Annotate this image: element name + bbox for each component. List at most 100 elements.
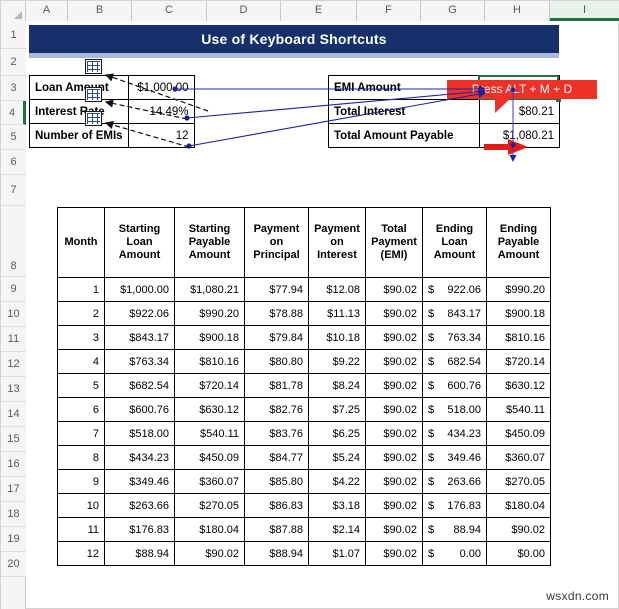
ending-payable-amount-cell[interactable]: $900.18 [486,301,551,326]
table-row[interactable]: 1 $1,000.00 $1,080.21 $77.94 $12.08 $90.02 $92… [57,277,551,302]
month-cell[interactable]: 8 [57,445,105,470]
payment-on-interest-cell[interactable]: $8.24 [308,373,366,398]
table-row[interactable]: 3 $843.17 $900.18 $79.84 $10.18 $90.02 $763.34… [57,325,551,350]
total-payment-emi-cell[interactable]: $90.02 [365,397,423,422]
month-cell[interactable]: 11 [57,517,105,542]
table-row[interactable]: 5 $682.54 $720.14 $81.78 $8.24 $90.02 $600.76 $… [57,373,551,398]
column-header-e[interactable]: E [281,1,357,21]
table-row[interactable]: 9 $349.46 $360.07 $85.80 $4.22 $90.02 $263.66 $… [57,469,551,494]
excel-worksheet[interactable]: A B C D E F G H I 1 2 3 4 5 6 7 8 9 10 1… [0,0,619,609]
row-header-13[interactable]: 13 [1,377,26,402]
payment-on-interest-cell[interactable]: $4.22 [308,469,366,494]
ending-loan-amount-cell[interactable]: $263.66 [422,469,487,494]
payment-on-principal-cell[interactable]: $79.84 [244,325,309,350]
ending-payable-amount-cell[interactable]: $810.16 [486,325,551,350]
ending-loan-amount-cell[interactable]: $682.54 [422,349,487,374]
payment-on-principal-cell[interactable]: $80.80 [244,349,309,374]
payment-on-principal-cell[interactable]: $82.76 [244,397,309,422]
starting-loan-amount-cell[interactable]: $843.17 [104,325,175,350]
payment-on-principal-cell[interactable]: $86.83 [244,493,309,518]
ending-loan-amount-cell[interactable]: $922.06 [422,277,487,302]
ending-loan-amount-cell[interactable]: $600.76 [422,373,487,398]
row-header-18[interactable]: 18 [1,502,26,527]
payment-on-interest-cell[interactable]: $3.18 [308,493,366,518]
column-header-b[interactable]: B [68,1,132,21]
table-row[interactable]: Interest Rate 14.49% [29,99,195,124]
row-header-19[interactable]: 19 [1,527,26,552]
starting-loan-amount-cell[interactable]: $600.76 [104,397,175,422]
column-header-d[interactable]: D [207,1,281,21]
starting-payable-amount-cell[interactable]: $540.11 [174,421,245,446]
month-cell[interactable]: 3 [57,325,105,350]
row-header-5[interactable]: 5 [1,125,26,150]
month-cell[interactable]: 4 [57,349,105,374]
row-header-16[interactable]: 16 [1,452,26,477]
total-payment-emi-cell[interactable]: $90.02 [365,349,423,374]
ending-payable-amount-cell[interactable]: $180.04 [486,493,551,518]
row-header-2[interactable]: 2 [1,49,26,76]
row-header-6[interactable]: 6 [1,150,26,175]
ending-loan-amount-cell[interactable]: $843.17 [422,301,487,326]
table-row[interactable]: 8 $434.23 $450.09 $84.77 $5.24 $90.02 $349.46 $… [57,445,551,470]
starting-payable-amount-cell[interactable]: $720.14 [174,373,245,398]
payment-on-principal-cell[interactable]: $84.77 [244,445,309,470]
table-row[interactable]: 10 $263.66 $270.05 $86.83 $3.18 $90.02 $176.83… [57,493,551,518]
month-cell[interactable]: 10 [57,493,105,518]
column-header-f[interactable]: F [357,1,421,21]
starting-loan-amount-cell[interactable]: $434.23 [104,445,175,470]
total-payment-emi-cell[interactable]: $90.02 [365,469,423,494]
column-header-a[interactable]: A [26,1,68,21]
starting-payable-amount-cell[interactable]: $900.18 [174,325,245,350]
starting-loan-amount-cell[interactable]: $263.66 [104,493,175,518]
payment-on-principal-cell[interactable]: $81.78 [244,373,309,398]
row-header-7[interactable]: 7 [1,175,26,206]
payment-on-interest-cell[interactable]: $6.25 [308,421,366,446]
ending-loan-amount-cell[interactable]: $434.23 [422,421,487,446]
total-payment-emi-cell[interactable]: $90.02 [365,373,423,398]
starting-payable-amount-cell[interactable]: $270.05 [174,493,245,518]
interest-rate-value[interactable]: 14.49% [127,99,195,124]
row-header-12[interactable]: 12 [1,352,26,377]
column-header-g[interactable]: G [421,1,485,21]
ending-loan-amount-cell[interactable]: $0.00 [422,541,487,566]
table-row[interactable]: 2 $922.06 $990.20 $78.88 $11.13 $90.02 $843.17… [57,301,551,326]
table-row[interactable]: 7 $518.00 $540.11 $83.76 $6.25 $90.02 $434.23 $… [57,421,551,446]
ending-loan-amount-cell[interactable]: $349.46 [422,445,487,470]
starting-payable-amount-cell[interactable]: $360.07 [174,469,245,494]
table-row[interactable]: Number of EMIs 12 [29,123,195,148]
row-header-9[interactable]: 9 [1,277,26,302]
ending-payable-amount-cell[interactable]: $0.00 [486,541,551,566]
payment-on-interest-cell[interactable]: $10.18 [308,325,366,350]
starting-loan-amount-cell[interactable]: $682.54 [104,373,175,398]
month-cell[interactable]: 1 [57,277,105,302]
total-interest-value[interactable]: $80.21 [479,99,560,124]
month-cell[interactable]: 12 [57,541,105,566]
ending-loan-amount-cell[interactable]: $88.94 [422,517,487,542]
table-row[interactable]: 12 $88.94 $90.02 $88.94 $1.07 $90.02 $0.00 $0.0… [57,541,551,566]
ending-payable-amount-cell[interactable]: $540.11 [486,397,551,422]
row-header-8[interactable]: 8 [1,206,26,277]
ending-loan-amount-cell[interactable]: $518.00 [422,397,487,422]
starting-payable-amount-cell[interactable]: $990.20 [174,301,245,326]
starting-loan-amount-cell[interactable]: $763.34 [104,349,175,374]
total-payment-emi-cell[interactable]: $90.02 [365,517,423,542]
table-row[interactable]: 11 $176.83 $180.04 $87.88 $2.14 $90.02 $88.94 $… [57,517,551,542]
ending-payable-amount-cell[interactable]: $360.07 [486,445,551,470]
starting-loan-amount-cell[interactable]: $922.06 [104,301,175,326]
table-row[interactable]: Total Interest $80.21 [328,99,560,124]
starting-loan-amount-cell[interactable]: $349.46 [104,469,175,494]
row-header-20[interactable]: 20 [1,552,26,577]
starting-payable-amount-cell[interactable]: $1,080.21 [174,277,245,302]
ending-payable-amount-cell[interactable]: $720.14 [486,349,551,374]
ending-payable-amount-cell[interactable]: $990.20 [486,277,551,302]
payment-on-interest-cell[interactable]: $11.13 [308,301,366,326]
month-cell[interactable]: 7 [57,421,105,446]
starting-payable-amount-cell[interactable]: $810.16 [174,349,245,374]
month-cell[interactable]: 2 [57,301,105,326]
total-payment-emi-cell[interactable]: $90.02 [365,301,423,326]
payment-on-interest-cell[interactable]: $1.07 [308,541,366,566]
column-header-h[interactable]: H [485,1,550,21]
month-cell[interactable]: 9 [57,469,105,494]
payment-on-principal-cell[interactable]: $77.94 [244,277,309,302]
payment-on-principal-cell[interactable]: $87.88 [244,517,309,542]
